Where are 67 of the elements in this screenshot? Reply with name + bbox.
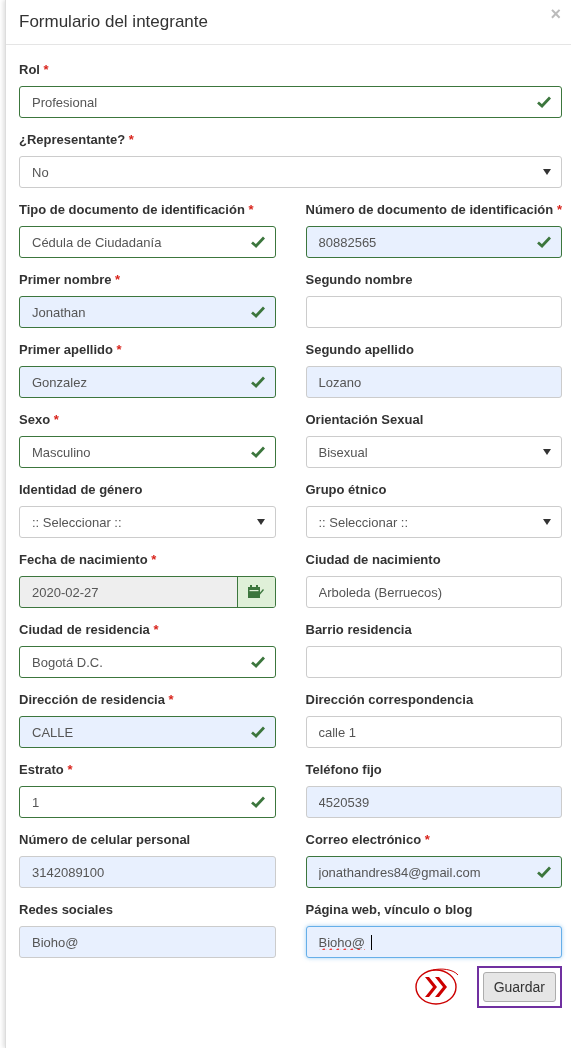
field-label: Grupo étnico — [305, 481, 388, 499]
input-field[interactable] — [305, 646, 562, 678]
field-label: Orientación Sexual — [305, 411, 425, 429]
field-label: Fecha de nacimiento * — [19, 551, 158, 569]
select-field[interactable]: Masculino — [19, 436, 276, 468]
input-field[interactable]: Bioho@ — [19, 926, 276, 958]
field-label: Página web, vínculo o blog — [305, 901, 474, 919]
input-field[interactable]: CALLE — [19, 716, 276, 748]
save-button[interactable]: Guardar — [482, 972, 556, 1002]
field-label: Estrato * — [19, 761, 74, 779]
input-field[interactable]: 3142089100 — [19, 856, 276, 888]
check-icon — [537, 236, 551, 248]
field-label: Correo electrónico * — [305, 831, 431, 849]
check-icon — [537, 866, 551, 878]
field-label: Primer nombre * — [19, 271, 122, 289]
input-field[interactable]: Bioho@ — [305, 926, 562, 958]
date-field[interactable]: 2020-02-27 — [19, 576, 276, 608]
select-field[interactable]: 1 — [19, 786, 276, 818]
field-label: Sexo * — [19, 411, 60, 429]
input-field[interactable]: Lozano — [305, 366, 562, 398]
input-field[interactable]: 80882565 — [305, 226, 562, 258]
caret-icon — [543, 519, 551, 525]
field-label: Redes sociales — [19, 901, 114, 919]
check-icon — [250, 306, 265, 318]
field-label: Segundo apellido — [305, 341, 415, 359]
select-field[interactable]: :: Seleccionar :: — [19, 506, 276, 538]
input-field[interactable]: Arboleda (Berruecos) — [305, 576, 562, 608]
select-field[interactable]: Cédula de Ciudadanía — [19, 226, 276, 258]
field-label: Número de celular personal — [19, 831, 192, 849]
caret-icon — [543, 169, 551, 175]
field-label: Número de documento de identificación * — [305, 201, 562, 219]
check-icon — [250, 236, 265, 248]
select-field[interactable]: No — [19, 156, 562, 188]
input-field[interactable]: Profesional — [19, 86, 562, 118]
field-label: Ciudad de nacimiento — [305, 551, 442, 569]
field-label: ¿Representante? * — [19, 131, 135, 149]
field-label: Ciudad de residencia * — [19, 621, 160, 639]
caret-icon — [543, 449, 551, 455]
input-field[interactable] — [305, 296, 562, 328]
input-field[interactable]: 4520539 — [305, 786, 562, 818]
field-label: Barrio residencia — [305, 621, 413, 639]
check-icon — [250, 726, 265, 738]
double-chevron-icon — [412, 967, 461, 1007]
field-label: Tipo de documento de identificación * — [19, 201, 255, 219]
field-label: Primer apellido * — [19, 341, 123, 359]
input-field[interactable]: calle 1 — [305, 716, 562, 748]
field-label: Identidad de género — [19, 481, 144, 499]
input-field[interactable]: jonathandres84@gmail.com — [305, 856, 562, 888]
field-label: Segundo nombre — [305, 271, 414, 289]
modal-title: Formulario del integrante — [19, 12, 208, 32]
field-label: Teléfono fijo — [305, 761, 383, 779]
check-icon — [250, 376, 265, 388]
select-field[interactable]: :: Seleccionar :: — [305, 506, 562, 538]
caret-icon — [256, 519, 265, 525]
input-field[interactable]: Gonzalez — [19, 366, 276, 398]
calendar-icon — [248, 585, 264, 599]
field-label: Rol * — [19, 61, 50, 79]
field-label: Dirección correspondencia — [305, 691, 475, 709]
check-icon — [537, 96, 551, 108]
calendar-button[interactable] — [236, 577, 275, 607]
select-field[interactable]: Bisexual — [305, 436, 562, 468]
check-icon — [250, 656, 265, 668]
input-field[interactable]: Jonathan — [19, 296, 276, 328]
field-label: Dirección de residencia * — [19, 691, 175, 709]
check-icon — [250, 446, 265, 458]
input-field[interactable]: Bogotá D.C. — [19, 646, 276, 678]
check-icon — [250, 796, 265, 808]
